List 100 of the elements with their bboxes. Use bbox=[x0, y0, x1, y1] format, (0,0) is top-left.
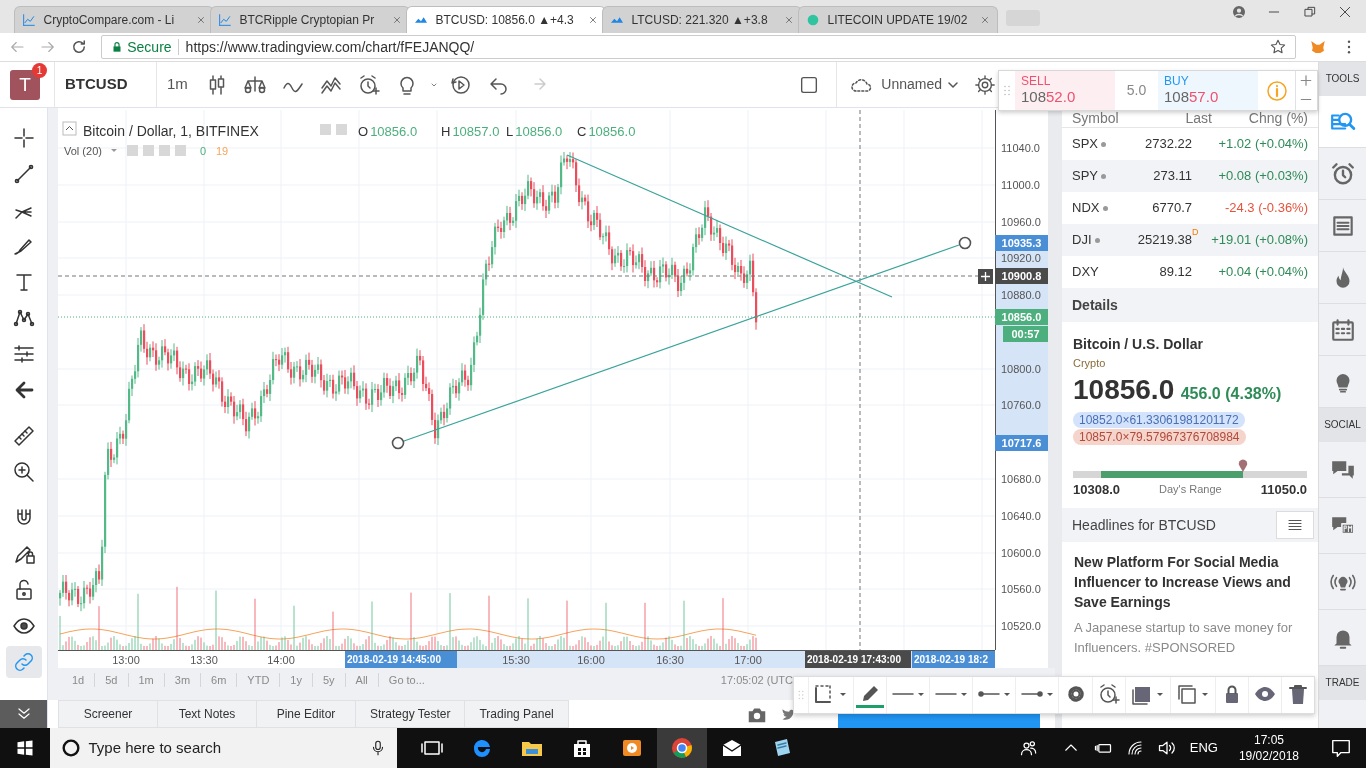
notification-badge: 1 bbox=[32, 62, 47, 78]
price-change: +0.08 (+0.03%) bbox=[1217, 167, 1308, 186]
time-axis-label: 14:00 bbox=[267, 654, 295, 666]
column-header[interactable]: Last bbox=[1154, 108, 1212, 127]
bottom-panel-tab[interactable]: Screener bbox=[58, 700, 158, 728]
list-view-button[interactable] bbox=[1276, 511, 1314, 539]
price-axis-label: 11040.0 bbox=[1001, 142, 1040, 154]
calendar-icon bbox=[1329, 316, 1356, 343]
price-axis-label: 11000.0 bbox=[1001, 179, 1040, 191]
save-layout-button[interactable]: Unnamed bbox=[835, 61, 968, 108]
clock-date[interactable]: 19/02/2018 bbox=[1238, 748, 1299, 764]
collapse-toolbar-button[interactable] bbox=[0, 700, 47, 728]
volume-average-value: 19 bbox=[216, 145, 229, 157]
range-high: 11050.0 bbox=[1260, 480, 1307, 499]
delay-label: D bbox=[1192, 226, 1200, 238]
search-field[interactable]: Type here to search bbox=[50, 728, 397, 768]
tab-favicon-icon bbox=[21, 12, 37, 28]
trend-line-handle[interactable] bbox=[391, 436, 405, 450]
time-axis-label: 16:00 bbox=[577, 654, 605, 666]
caret-icon bbox=[948, 81, 958, 88]
legend-collapse-icon[interactable] bbox=[62, 121, 77, 136]
cortana-circle-icon bbox=[60, 737, 82, 759]
watchlist-row[interactable]: SPX 2732.22 +1.02 (+0.04%) bbox=[1062, 128, 1318, 160]
last-price: 25219.38 bbox=[1137, 232, 1192, 250]
trend-line-handle[interactable] bbox=[958, 236, 972, 250]
windows-logo-icon[interactable] bbox=[15, 738, 35, 758]
instrument-name: Bitcoin / U.S. Dollar bbox=[1073, 335, 1204, 354]
close-icon[interactable] bbox=[391, 14, 403, 26]
price-change: +1.02 (+0.04%) bbox=[1217, 135, 1308, 154]
ohlc-value: H 10857.0 bbox=[441, 124, 500, 139]
settings-icon[interactable] bbox=[974, 73, 996, 96]
last-price: 2732.22 bbox=[1145, 135, 1192, 154]
address-field[interactable]: Secure https://www.tradingview.com/chart/fFEJANQQ/ bbox=[101, 35, 1296, 59]
last-price: 89.12 bbox=[1159, 263, 1192, 282]
time-axis-label: 13:00 bbox=[112, 654, 140, 666]
time-axis-label: 17:00 bbox=[734, 654, 762, 666]
close-icon[interactable] bbox=[979, 14, 991, 26]
price-axis-label: 10640.0 bbox=[1001, 510, 1041, 522]
time-marker-label: 2018-02-19 17:43:00 bbox=[805, 651, 911, 668]
price-axis-label: 10560.0 bbox=[1001, 583, 1041, 595]
price-change: +0.04 (+0.04%) bbox=[1217, 263, 1308, 282]
caret-icon[interactable] bbox=[111, 149, 117, 152]
price-change: +19.01 (+0.08%) bbox=[1210, 231, 1308, 250]
symbol-name: NDX bbox=[1072, 199, 1100, 218]
interval-button[interactable]: 1m bbox=[156, 61, 198, 108]
time-axis-label: 15:30 bbox=[502, 654, 530, 666]
column-header[interactable]: Symbol bbox=[1072, 108, 1154, 127]
symbol-name: DJI bbox=[1072, 231, 1092, 250]
section-title: Details bbox=[1072, 297, 1118, 313]
bookmark-star-icon[interactable] bbox=[1269, 38, 1287, 56]
notifications-icon[interactable] bbox=[1330, 737, 1352, 759]
close-icon[interactable] bbox=[1337, 4, 1353, 20]
watchlist-row[interactable]: NDX 6770.7 -24.3 (-0.36%) bbox=[1062, 192, 1318, 224]
browser-tab[interactable]: BTCUSD: 10856.0 ▲+4.3 bbox=[406, 6, 606, 33]
bottom-panel-tab[interactable]: Text Notes bbox=[157, 700, 257, 728]
volume-legend-title: Vol (20) bbox=[64, 145, 102, 157]
bottom-panel-tab[interactable]: Trading Panel bbox=[464, 700, 569, 728]
close-icon[interactable] bbox=[783, 14, 795, 26]
price-marker-label: 10935.3 bbox=[995, 235, 1048, 251]
bottom-panel-tab[interactable]: Pine Editor bbox=[256, 700, 356, 728]
symbol-search[interactable]: BTCUSD bbox=[54, 61, 156, 108]
watchlist-row[interactable]: DXY 89.12 +0.04 (+0.04%) bbox=[1062, 256, 1318, 288]
time-marker-label: 2018-02-19 14:45:00 bbox=[345, 651, 457, 668]
price-marker-label: 10856.0 bbox=[995, 309, 1048, 325]
bid-pill: 10852.0×61.33061981201172 bbox=[1073, 411, 1245, 428]
taskbar-app-button[interactable] bbox=[657, 728, 707, 768]
price-marker-label: 10900.8 bbox=[995, 268, 1048, 284]
reload-icon[interactable] bbox=[70, 38, 88, 56]
price-change: 456.0 (4.38%) bbox=[1180, 383, 1282, 404]
sell-button[interactable]: SELL 10852.0 bbox=[1015, 71, 1115, 110]
spread-value: 5.0 bbox=[1126, 81, 1147, 100]
alarm-clock-icon bbox=[1329, 160, 1356, 187]
add-button[interactable] bbox=[978, 269, 993, 284]
input-language[interactable]: ENG bbox=[1189, 738, 1218, 758]
volume-value: 0 bbox=[200, 145, 207, 157]
close-icon[interactable] bbox=[587, 14, 599, 26]
people-icon[interactable] bbox=[1018, 738, 1039, 758]
section-label: TOOLS bbox=[1319, 62, 1366, 96]
buy-button[interactable]: BUY 10857.0 bbox=[1158, 71, 1258, 110]
price-axis-label: 10960.0 bbox=[1001, 216, 1041, 228]
price-axis-label: 10760.0 bbox=[1001, 399, 1041, 411]
bottom-panel-tab[interactable]: Strategy Tester bbox=[355, 700, 466, 728]
headline-title[interactable]: New Platform For Social Media Influencer to Increase Views and Save Earnings bbox=[1074, 552, 1307, 612]
ohlc-value: L 10856.0 bbox=[506, 124, 563, 139]
clock-time[interactable]: 17:05 bbox=[1253, 732, 1284, 748]
column-header[interactable]: Chng (%) bbox=[1212, 108, 1308, 127]
wifi-icon[interactable] bbox=[1125, 739, 1144, 757]
side-panel-button[interactable] bbox=[1319, 96, 1366, 148]
price-marker-label: 10717.6 bbox=[995, 435, 1048, 451]
price-change: -24.3 (-0.36%) bbox=[1223, 199, 1308, 218]
watchlist-row[interactable]: SPY 273.11 +0.08 (+0.03%) bbox=[1062, 160, 1318, 192]
trend-line[interactable] bbox=[566, 154, 893, 298]
section-label: TRADE bbox=[1319, 666, 1366, 700]
close-icon[interactable] bbox=[195, 14, 207, 26]
ohlc-value: O 10856.0 bbox=[358, 124, 418, 139]
symbol-name: DXY bbox=[1072, 263, 1099, 282]
account-icon[interactable] bbox=[1230, 4, 1247, 20]
last-price: 10856.0 bbox=[1073, 373, 1175, 406]
browser-tab[interactable]: LITECOIN UPDATE 19/02 bbox=[798, 6, 998, 33]
price-axis-label: 10680.0 bbox=[1001, 473, 1041, 485]
